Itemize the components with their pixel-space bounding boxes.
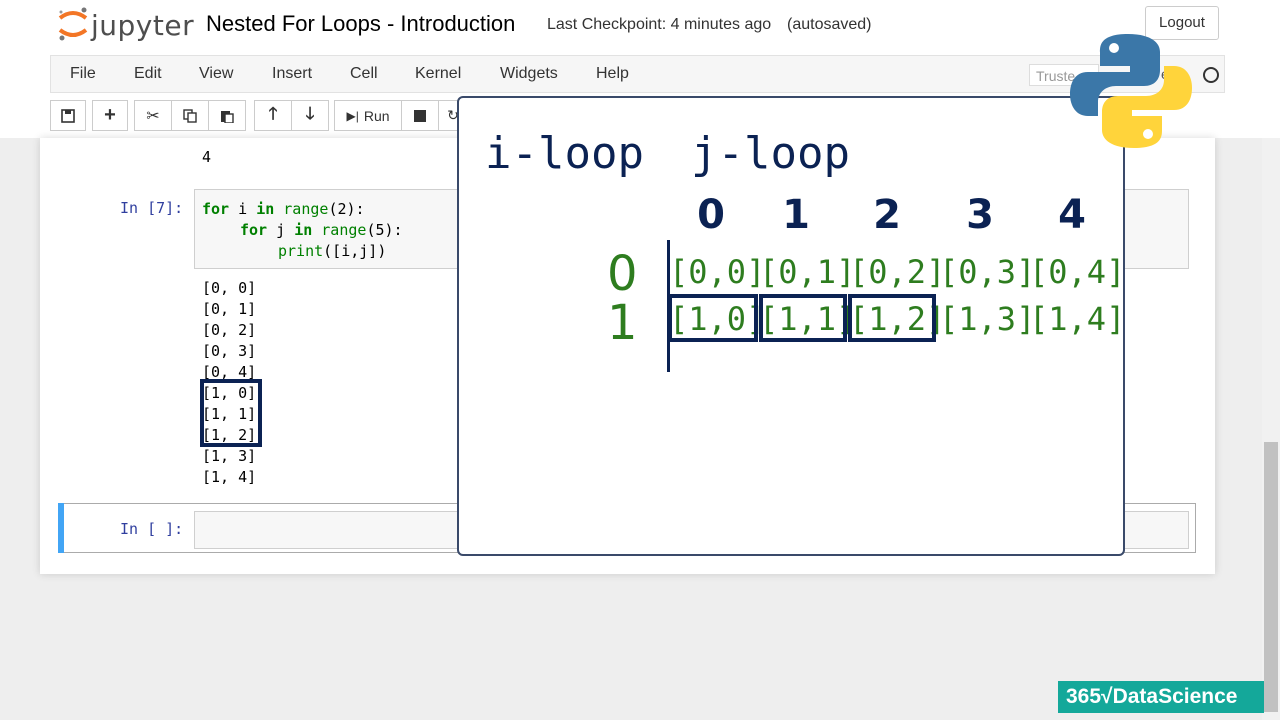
menu-widgets[interactable]: Widgets xyxy=(500,65,558,83)
step-forward-icon: ▶| xyxy=(346,108,359,123)
pair-1-4: [1,4] xyxy=(1029,300,1126,338)
plus-icon: + xyxy=(104,104,116,126)
move-down-button[interactable]: 🡓 xyxy=(291,100,329,131)
paste-icon xyxy=(221,110,234,123)
save-button[interactable] xyxy=(50,100,86,131)
cell-7-code: for i in range(2): for j in range(5): prin… xyxy=(202,199,403,262)
notebook-title[interactable]: Nested For Loops - Introduction xyxy=(206,11,515,37)
menu-cell[interactable]: Cell xyxy=(350,65,378,83)
output-line: [0, 0] xyxy=(202,279,257,297)
highlight-box-1-2 xyxy=(848,294,936,342)
menu-kernel[interactable]: Kernel xyxy=(415,65,461,83)
jupyter-logo[interactable]: jupyter xyxy=(56,6,196,42)
code-line-2: for j in range(5): xyxy=(240,221,403,239)
brand-watermark: 365√DataScience xyxy=(1058,681,1264,713)
run-button[interactable]: ▶| Run xyxy=(334,100,402,131)
menu-file[interactable]: File xyxy=(70,65,96,83)
menu-bar: File Edit View Insert Cell Kernel Widget… xyxy=(50,55,1225,93)
nested-loop-diagram: i-loop j-loop 0 1 2 3 4 0 1 [0,0] [0,1] … xyxy=(457,96,1125,556)
output-line: [0, 1] xyxy=(202,300,257,318)
pair-0-1: [0,1] xyxy=(759,253,856,291)
menu-edit[interactable]: Edit xyxy=(134,65,162,83)
menu-view[interactable]: View xyxy=(199,65,233,83)
output-highlight-box xyxy=(200,379,262,447)
paste-button[interactable] xyxy=(208,100,246,131)
highlight-box-1-0 xyxy=(668,294,758,342)
run-label: Run xyxy=(363,107,390,124)
j-value-2: 2 xyxy=(873,192,901,238)
previous-output-line: 4 xyxy=(202,148,212,166)
output-line: [1, 4] xyxy=(202,468,257,486)
pair-0-2: [0,2] xyxy=(849,253,946,291)
copy-button[interactable] xyxy=(171,100,209,131)
pair-0-0: [0,0] xyxy=(669,253,766,291)
arrow-down-icon: 🡓 xyxy=(305,104,315,123)
menu-insert[interactable]: Insert xyxy=(272,65,312,83)
selected-cell-indicator xyxy=(58,503,64,553)
save-icon xyxy=(61,108,75,123)
j-value-3: 3 xyxy=(966,192,994,238)
jupyter-logo-icon xyxy=(58,7,88,41)
move-up-button[interactable]: 🡑 xyxy=(254,100,292,131)
pair-0-4: [0,4] xyxy=(1029,253,1126,291)
interrupt-button[interactable] xyxy=(401,100,439,131)
cell-7-prompt: In [7]: xyxy=(120,199,184,217)
arrow-up-icon: 🡑 xyxy=(268,104,278,123)
autosave-status: (autosaved) xyxy=(787,16,872,33)
j-value-4: 4 xyxy=(1058,192,1086,238)
j-loop-label: j-loop xyxy=(691,128,850,179)
cut-button[interactable]: ✂ xyxy=(134,100,172,131)
i-value-1: 1 xyxy=(607,295,638,351)
code-line-1: for i in range(2): xyxy=(202,200,365,218)
insert-cell-button[interactable]: + xyxy=(92,100,128,131)
output-line: [0, 3] xyxy=(202,342,257,360)
pair-1-3: [1,3] xyxy=(939,300,1036,338)
highlight-box-1-1 xyxy=(759,294,847,342)
j-value-0: 0 xyxy=(697,192,725,238)
stop-icon xyxy=(414,109,426,122)
menu-help[interactable]: Help xyxy=(596,65,629,83)
j-value-1: 1 xyxy=(782,192,810,238)
python-logo-icon xyxy=(1070,34,1192,148)
jupyter-logo-text: jupyter xyxy=(91,9,195,42)
output-line: [0, 2] xyxy=(202,321,257,339)
scissors-icon: ✂ xyxy=(146,107,160,125)
i-loop-label: i-loop xyxy=(485,128,644,179)
empty-cell-prompt: In [ ]: xyxy=(120,520,184,538)
scrollbar-thumb[interactable] xyxy=(1264,442,1278,712)
pair-0-3: [0,3] xyxy=(939,253,1036,291)
output-line: [1, 3] xyxy=(202,447,257,465)
code-line-3: print([i,j]) xyxy=(278,242,387,260)
checkpoint-status: Last Checkpoint: 4 minutes ago xyxy=(547,16,772,33)
copy-icon xyxy=(183,108,197,123)
i-value-0: 0 xyxy=(607,246,638,302)
kernel-idle-icon xyxy=(1203,67,1219,83)
